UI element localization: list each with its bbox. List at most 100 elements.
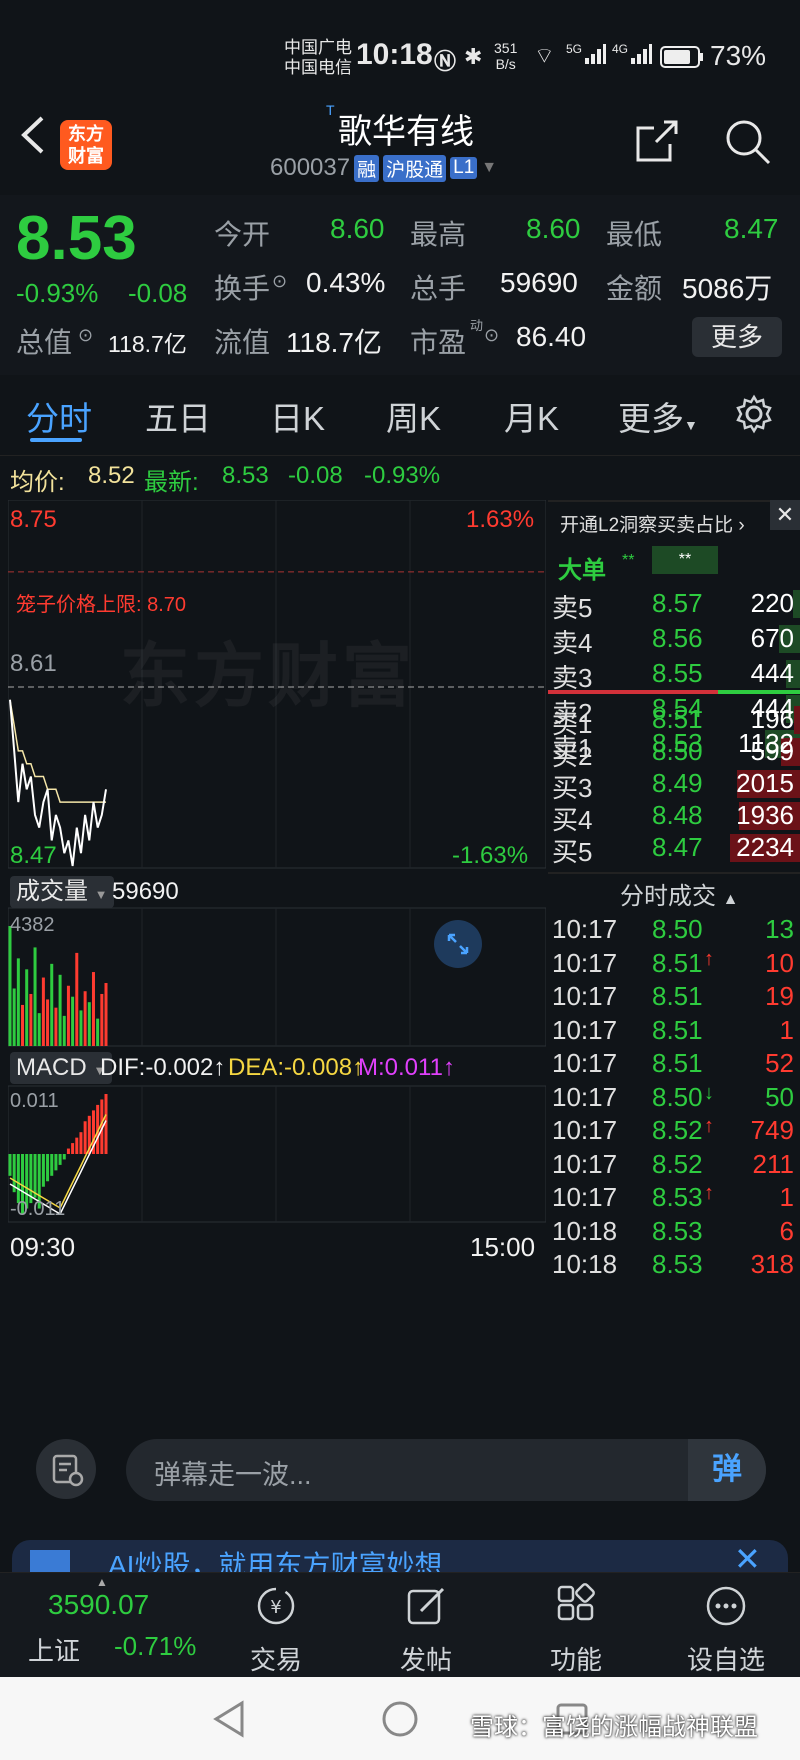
xueqiu-watermark: 雪球：富饶的涨幅战神联盟 bbox=[470, 1714, 758, 1741]
ask-bid-ratio-green bbox=[718, 690, 800, 694]
info-icon[interactable]: ⊙ bbox=[272, 271, 287, 292]
macd-bar bbox=[62, 1154, 66, 1160]
info-icon[interactable]: ⊙ bbox=[484, 325, 499, 346]
caret-down-icon: ▼ bbox=[684, 417, 698, 433]
mktcap-value: 118.7亿 bbox=[108, 331, 187, 357]
carrier-2: 中国电信 bbox=[284, 58, 352, 77]
close-icon[interactable]: ✕ bbox=[734, 1540, 761, 1572]
signal-5g-label: 5G bbox=[566, 42, 583, 56]
danmu-settings-icon[interactable] bbox=[36, 1439, 96, 1499]
tick-row: 10:17 8.53 ↑ 1 bbox=[548, 1182, 800, 1217]
nav-functions-label: 功能 bbox=[549, 1645, 602, 1675]
back-button[interactable] bbox=[18, 112, 48, 169]
open-value: 8.60 bbox=[330, 213, 385, 244]
big-order-value-1: ** bbox=[622, 552, 635, 569]
tick-price: 8.53 bbox=[652, 1182, 703, 1212]
danmu-send-button[interactable]: 弹 bbox=[688, 1439, 766, 1501]
low-value: 8.47 bbox=[724, 213, 779, 244]
caret-up-icon: ▲ bbox=[722, 891, 739, 908]
tick-arrow: ↓ bbox=[704, 1081, 714, 1104]
ask-price: 8.56 bbox=[652, 623, 703, 653]
ask-level[interactable]: 卖5 8.57 220 bbox=[548, 588, 800, 623]
tick-price: 8.51 bbox=[652, 947, 703, 978]
nav-home-icon[interactable] bbox=[380, 1699, 420, 1744]
bid-level[interactable]: 买1 8.51 196 bbox=[548, 704, 800, 739]
tick-volume: 318 bbox=[750, 1249, 794, 1279]
ask-level[interactable]: 卖4 8.56 670 bbox=[548, 623, 800, 658]
macd-bar bbox=[33, 1154, 37, 1198]
chevron-down-icon[interactable]: ▼ bbox=[481, 159, 497, 177]
volume-max: 4382 bbox=[10, 914, 55, 936]
more-button[interactable]: 更多 bbox=[692, 317, 782, 357]
macd-dea: DEA:-0.008↑ bbox=[228, 1054, 365, 1081]
close-icon[interactable]: ✕ bbox=[770, 500, 800, 530]
nav-trade[interactable]: ¥ 交易 bbox=[216, 1573, 336, 1677]
bid-level[interactable]: 买4 8.48 1936 bbox=[548, 800, 800, 835]
time-start: 09:30 bbox=[10, 1232, 76, 1262]
ask-label: 卖5 bbox=[552, 593, 593, 623]
volume-bar bbox=[104, 983, 108, 1046]
ask-level[interactable]: 卖3 8.55 444 bbox=[548, 658, 800, 693]
volume-bar bbox=[96, 1018, 100, 1046]
nav-functions[interactable]: 功能 bbox=[516, 1573, 636, 1677]
macd-bar bbox=[83, 1121, 87, 1154]
macd-bar bbox=[66, 1148, 70, 1154]
macd-bar bbox=[16, 1154, 20, 1204]
nfc-icon: Ⓝ bbox=[434, 49, 457, 74]
ticks-title[interactable]: 分时成交 ▲ bbox=[620, 876, 739, 911]
macd-bar bbox=[54, 1154, 58, 1171]
ai-banner-icon bbox=[30, 1550, 70, 1572]
intraday-chart[interactable]: 8.75 1.63% 笼子价格上限: 8.70 东方财富 8.61 8.47 -… bbox=[8, 500, 546, 1410]
tab-weekly-k[interactable]: 周K bbox=[386, 392, 441, 440]
macd-bar bbox=[71, 1143, 75, 1154]
volume-bar bbox=[62, 1015, 66, 1046]
ask-volume: 444 bbox=[750, 658, 794, 688]
nav-post[interactable]: 发帖 bbox=[366, 1573, 486, 1677]
tick-row: 10:17 8.51 52 bbox=[548, 1048, 800, 1083]
tick-row: 10:17 8.52 ↑ 749 bbox=[548, 1115, 800, 1150]
signal-4g-icon bbox=[630, 44, 652, 69]
nav-add-watchlist[interactable]: 设自选 bbox=[666, 1573, 786, 1677]
tab-daily-k[interactable]: 日K bbox=[270, 392, 325, 440]
volume-bar bbox=[75, 952, 79, 1046]
volume-bar bbox=[16, 958, 20, 1046]
volume-indicator-select[interactable]: 成交量 ▼ bbox=[10, 876, 114, 908]
settings-gear-icon[interactable] bbox=[734, 394, 774, 439]
bluetooth-icon: ✱ bbox=[464, 44, 483, 69]
share-icon[interactable] bbox=[634, 118, 680, 169]
tab-5day[interactable]: 五日 bbox=[145, 392, 211, 440]
badge-l1: L1 bbox=[450, 157, 478, 179]
tab-monthly-k[interactable]: 月K bbox=[504, 392, 559, 440]
danmu-input[interactable]: 弹幕走一波... 弹 bbox=[126, 1439, 766, 1501]
l2-promo-link[interactable]: 开通L2洞察买卖占比 › bbox=[560, 510, 745, 537]
macd-bar bbox=[58, 1154, 62, 1165]
macd-indicator-select[interactable]: MACD ▼ bbox=[10, 1052, 113, 1084]
ai-banner[interactable]: AI炒股，就用东方财富妙想 ✕ bbox=[12, 1540, 788, 1572]
avg-value: 8.52 bbox=[88, 462, 135, 489]
bid-level[interactable]: 买3 8.49 2015 bbox=[548, 768, 800, 803]
bid-level[interactable]: 买5 8.47 2234 bbox=[548, 832, 800, 867]
index-ticker[interactable]: ▲ 3590.07 上证 -0.71% bbox=[0, 1573, 210, 1678]
search-icon[interactable] bbox=[724, 118, 772, 171]
tick-volume: 13 bbox=[765, 914, 794, 944]
volume-bar bbox=[79, 1010, 83, 1046]
battery-icon bbox=[660, 46, 704, 73]
tick-time: 10:17 bbox=[552, 914, 618, 944]
turnover-value: 0.43% bbox=[306, 267, 386, 298]
info-icon[interactable]: ⊙ bbox=[78, 325, 93, 346]
volume-bar bbox=[87, 1002, 91, 1046]
logo-line-1: 东方 bbox=[68, 124, 104, 144]
macd-bar bbox=[75, 1137, 79, 1154]
tab-more[interactable]: 更多▼ bbox=[618, 392, 698, 440]
y-axis-ref: 8.61 bbox=[10, 650, 57, 677]
order-book: 开通L2洞察买卖占比 › ✕ 大单 ** ** 卖5 8.57 220 卖4 8.56 6… bbox=[548, 500, 800, 1410]
tab-intraday[interactable]: 分时 bbox=[26, 392, 92, 440]
expand-icon[interactable] bbox=[434, 920, 482, 968]
battery-percent: 73% bbox=[710, 40, 767, 71]
nav-add-watchlist-label: 设自选 bbox=[686, 1645, 765, 1675]
tick-volume: 10 bbox=[765, 947, 794, 978]
eastmoney-logo[interactable]: 东方 财富 bbox=[60, 120, 112, 170]
nav-back-icon[interactable] bbox=[210, 1699, 250, 1744]
volume-bar bbox=[91, 972, 95, 1046]
bid-level[interactable]: 买2 8.50 599 bbox=[548, 736, 800, 771]
